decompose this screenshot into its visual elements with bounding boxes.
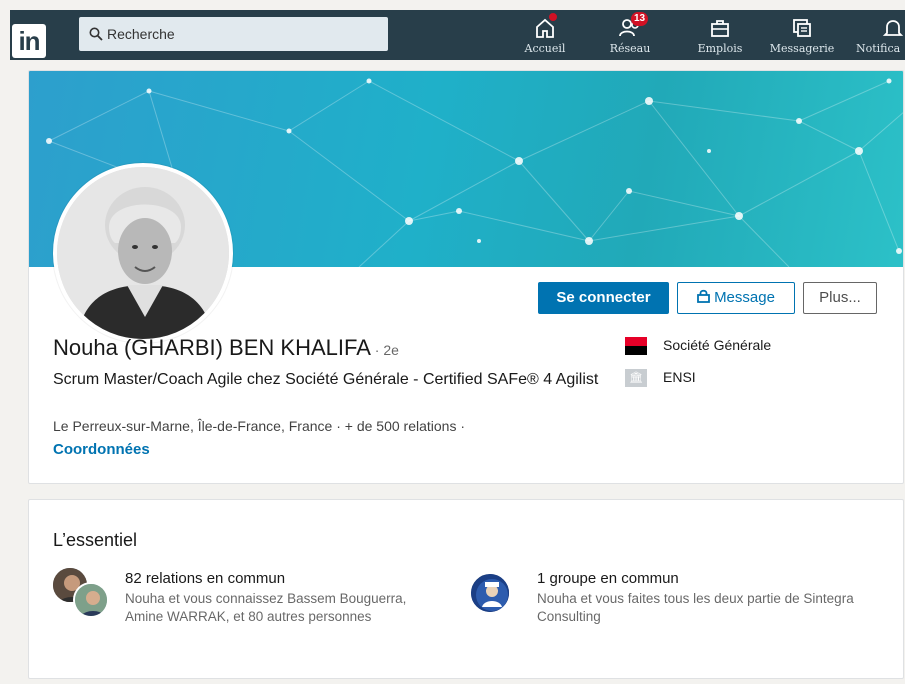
mutual-groups-title: 1 groupe en commun bbox=[537, 570, 679, 587]
mutual-connections[interactable]: 82 relations en commun Nouha et vous con… bbox=[125, 570, 445, 626]
profile-name: Nouha (GHARBI) BEN KHALIFA bbox=[53, 335, 371, 360]
linkedin-logo[interactable]: in bbox=[12, 24, 46, 58]
profile-card: Se connecter Message Plus... Nouha (GHAR… bbox=[28, 70, 904, 484]
briefcase-icon bbox=[708, 16, 732, 40]
mutual-connection-avatar[interactable] bbox=[73, 582, 109, 618]
mutual-connections-description: Nouha et vous connaissez Bassem Bouguerr… bbox=[125, 591, 407, 624]
mutual-groups-description: Nouha et vous faites tous les deux parti… bbox=[537, 591, 854, 624]
search-input[interactable] bbox=[107, 17, 382, 51]
nav-item-messaging[interactable]: Messagerie bbox=[762, 10, 842, 60]
nav-label: Notifica bbox=[856, 42, 901, 55]
societe-generale-logo bbox=[625, 337, 647, 356]
education-school[interactable]: 🏛 ENSI bbox=[625, 369, 696, 388]
essentials-title: L’essentiel bbox=[53, 530, 138, 550]
nav-item-jobs[interactable]: Emplois bbox=[695, 10, 745, 60]
nav-item-home[interactable]: Accueil bbox=[515, 10, 575, 60]
profile-headline: Scrum Master/Coach Agile chez Société Gé… bbox=[53, 371, 599, 388]
nav-label: Accueil bbox=[524, 42, 566, 55]
network-icon: 13 bbox=[618, 12, 649, 40]
search-bar[interactable] bbox=[79, 17, 388, 51]
profile-name-line: Nouha (GHARBI) BEN KHALIFA · 2e bbox=[53, 335, 399, 361]
message-button[interactable]: Message bbox=[677, 282, 795, 314]
current-company[interactable]: Société Générale bbox=[625, 337, 772, 356]
school-name: ENSI bbox=[663, 369, 696, 385]
search-icon bbox=[89, 27, 103, 41]
network-badge: 13 bbox=[631, 12, 649, 26]
nav-label: Messagerie bbox=[769, 42, 835, 55]
nav-label: Réseau bbox=[609, 42, 651, 55]
top-navigation: in Accueil 13 Réseau bbox=[10, 10, 905, 60]
more-button[interactable]: Plus... bbox=[803, 282, 877, 314]
nav-label: Emplois bbox=[697, 42, 743, 55]
group-logo[interactable] bbox=[469, 572, 511, 614]
contact-info-link[interactable]: Coordonnées bbox=[53, 441, 150, 458]
essentials-card: L’essentiel 82 relations en commun Nouha… bbox=[28, 499, 904, 679]
profile-location: Le Perreux-sur-Marne, Île-de-France, Fra… bbox=[53, 418, 466, 434]
mutual-connections-title: 82 relations en commun bbox=[125, 570, 286, 587]
connection-degree: · 2e bbox=[370, 342, 399, 358]
profile-photo[interactable] bbox=[53, 163, 233, 343]
bell-icon bbox=[881, 16, 905, 40]
nav-item-network[interactable]: 13 Réseau bbox=[600, 10, 660, 60]
school-icon: 🏛 bbox=[625, 369, 647, 388]
home-icon bbox=[533, 12, 558, 40]
messaging-icon bbox=[790, 16, 814, 40]
message-button-label: Message bbox=[714, 289, 775, 306]
connect-button[interactable]: Se connecter bbox=[538, 282, 669, 314]
home-notification-dot bbox=[548, 12, 558, 22]
mutual-groups[interactable]: 1 groupe en commun Nouha et vous faites … bbox=[537, 570, 857, 626]
company-name: Société Générale bbox=[663, 337, 772, 353]
nav-item-notifications[interactable]: Notifica bbox=[852, 10, 905, 60]
lock-icon bbox=[697, 289, 710, 303]
